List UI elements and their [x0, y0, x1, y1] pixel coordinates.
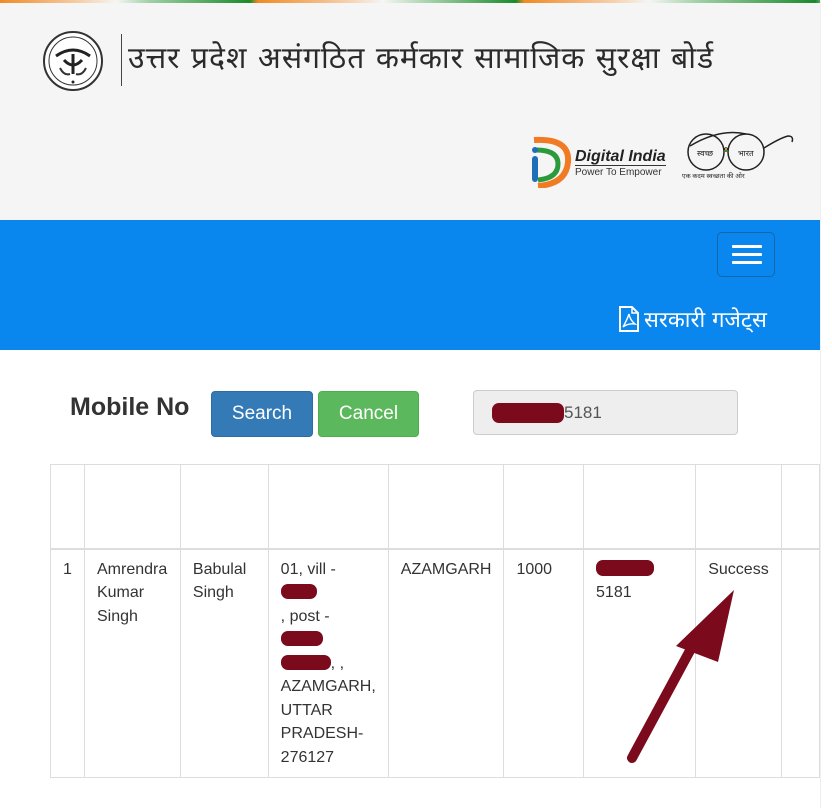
- redaction-mark: [596, 559, 655, 576]
- digital-india-title: Digital India: [575, 148, 666, 166]
- header-cell: [387, 464, 505, 550]
- redaction-mark: [280, 631, 323, 646]
- cell-father-name: Babulal Singh: [179, 548, 269, 778]
- tricolor-stripe: [0, 0, 832, 3]
- page: उत्तर प्रदेश असंगठित कर्मकार सामाजिक सुर…: [0, 0, 832, 808]
- address-line4-suffix: , ,: [330, 654, 345, 672]
- swachh-tagline: एक कदम स्वच्छता की ओर: [682, 172, 745, 180]
- scrollbar-track[interactable]: [820, 0, 832, 808]
- table-header-row: [50, 464, 821, 550]
- menu-toggle-button[interactable]: [717, 232, 775, 277]
- header-cell: [267, 464, 389, 550]
- swachh-left-lens-text: स्वच्छ: [697, 149, 714, 158]
- digital-india-icon: [532, 136, 572, 188]
- swachh-right-lens-text: भारत: [738, 149, 754, 158]
- redaction-mark: [280, 654, 331, 670]
- swachh-bharat-logo-icon: स्वच्छ भारत एक कदम स्वच्छता की ओर: [682, 131, 794, 180]
- cell-district: AZAMGARH: [387, 548, 505, 778]
- address-line5: AZAMGARH, UTTAR PRADESH-276127: [280, 678, 376, 766]
- cell-status: Success: [695, 548, 782, 778]
- address-line1: 01, vill -: [280, 560, 336, 578]
- table-row: 1 Amrendra Kumar Singh Babulal Singh 01,…: [50, 548, 821, 778]
- mobile-number-visible-digits: 5181: [564, 402, 602, 422]
- header-cell: [83, 464, 181, 550]
- up-government-emblem-icon: [43, 31, 103, 91]
- cell-mobile: 5181: [583, 548, 697, 778]
- header-cell: [50, 464, 85, 550]
- pdf-file-icon: [619, 306, 639, 332]
- header-cell: [583, 464, 697, 550]
- cell-amount: 1000: [503, 548, 585, 778]
- cancel-button[interactable]: Cancel: [318, 391, 419, 437]
- header-cell: [503, 464, 585, 550]
- site-header: उत्तर प्रदेश असंगठित कर्मकार सामाजिक सुर…: [0, 0, 832, 220]
- header-cell: [780, 464, 821, 550]
- results-table: 1 Amrendra Kumar Singh Babulal Singh 01,…: [50, 464, 821, 778]
- cell-address: 01, vill - , post - , , AZAMGARH, UTTAR …: [267, 548, 389, 778]
- cell-extra: [780, 548, 821, 778]
- title-divider: [121, 34, 122, 86]
- redaction-mark: [280, 584, 317, 599]
- header-cell: [695, 464, 782, 550]
- cell-sno: 1: [50, 548, 85, 778]
- cell-name: Amrendra Kumar Singh: [83, 548, 181, 778]
- gazette-link-label: सरकारी गजेट्स: [644, 308, 767, 333]
- redaction-mark: [492, 402, 564, 423]
- mobile-number-input[interactable]: 5181: [473, 390, 738, 435]
- header-cell: [179, 464, 269, 550]
- mobile-no-label: Mobile No: [70, 393, 190, 421]
- mobile-visible-digits: 5181: [596, 584, 632, 601]
- search-button[interactable]: Search: [211, 391, 313, 437]
- address-line2: , post -: [280, 607, 330, 625]
- digital-india-logo: Digital India Power To Empower: [524, 130, 674, 188]
- board-title: उत्तर प्रदेश असंगठित कर्मकार सामाजिक सुर…: [128, 41, 715, 76]
- digital-india-subtitle: Power To Empower: [575, 167, 662, 178]
- gazette-link[interactable]: सरकारी गजेट्स: [618, 304, 767, 334]
